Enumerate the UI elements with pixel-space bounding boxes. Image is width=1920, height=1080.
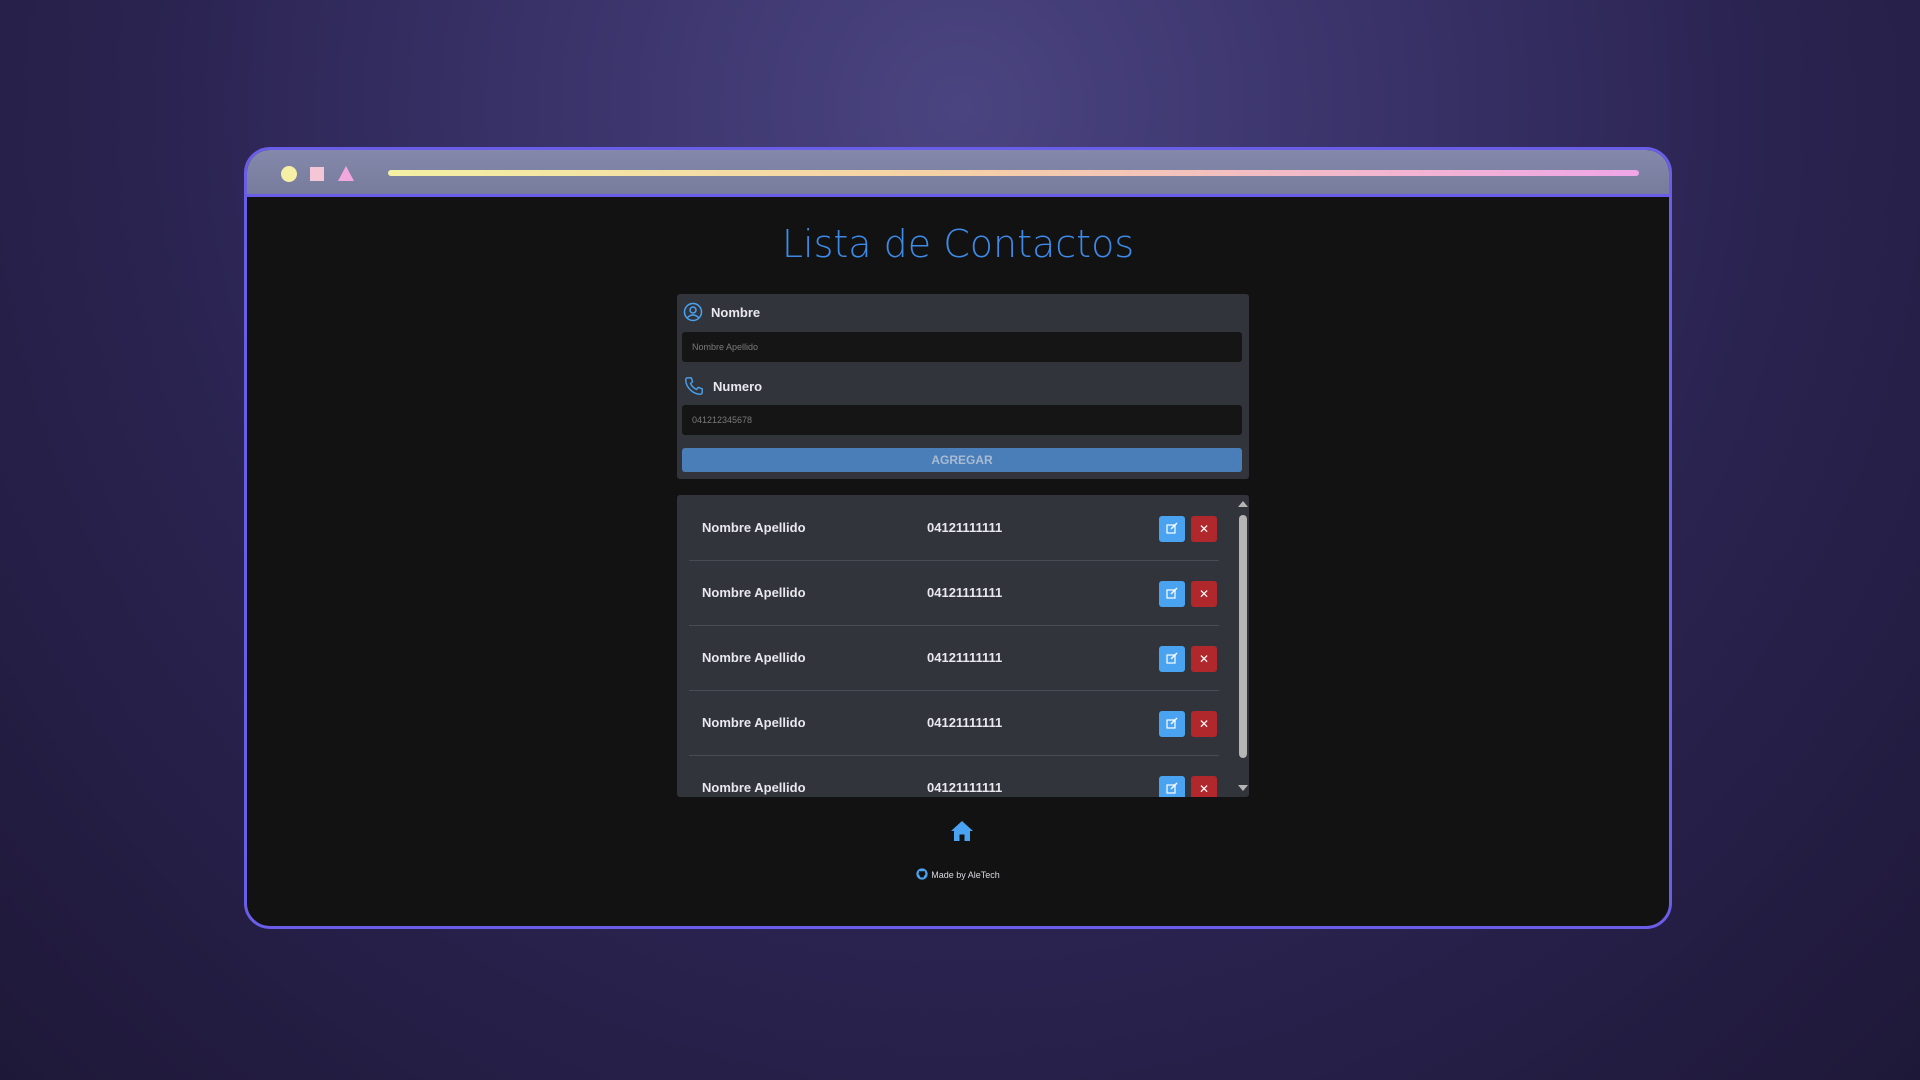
home-icon xyxy=(950,821,974,846)
edit-button[interactable] xyxy=(1159,776,1185,797)
add-button[interactable]: AGREGAR xyxy=(682,448,1242,472)
edit-icon xyxy=(1166,717,1178,732)
contact-name: Nombre Apellido xyxy=(702,585,806,600)
number-input[interactable] xyxy=(682,405,1242,435)
edit-icon xyxy=(1166,587,1178,602)
contact-row: Nombre Apellido 04121111111 ✕ xyxy=(689,755,1219,797)
contact-list[interactable]: Nombre Apellido 04121111111 ✕ Nombre Ape… xyxy=(677,495,1249,797)
number-label: Numero xyxy=(713,378,763,394)
number-label-row: Numero xyxy=(683,375,762,397)
gradient-address-bar xyxy=(388,170,1639,176)
app-window: Lista de Contactos Nombre Numero AGREGAR xyxy=(244,147,1672,929)
contact-row: Nombre Apellido 04121111111 ✕ xyxy=(689,690,1219,756)
triangle-control[interactable] xyxy=(338,166,354,181)
name-input[interactable] xyxy=(682,332,1242,362)
close-icon: ✕ xyxy=(1198,782,1210,796)
contact-row: Nombre Apellido 04121111111 ✕ xyxy=(689,625,1219,691)
contact-number: 04121111111 xyxy=(927,780,1003,795)
scroll-down-arrow-icon[interactable] xyxy=(1238,785,1248,791)
scroll-up-arrow-icon[interactable] xyxy=(1238,501,1248,507)
list-scrollbar[interactable] xyxy=(1235,495,1249,797)
edit-button[interactable] xyxy=(1159,516,1185,542)
phone-icon xyxy=(683,375,705,397)
edit-button[interactable] xyxy=(1159,711,1185,737)
circle-control[interactable] xyxy=(281,166,297,182)
delete-button[interactable]: ✕ xyxy=(1191,711,1217,737)
home-button[interactable] xyxy=(950,820,974,847)
contact-number: 04121111111 xyxy=(927,715,1003,730)
name-label-row: Nombre xyxy=(683,302,760,322)
close-icon: ✕ xyxy=(1198,652,1210,666)
window-titlebar xyxy=(247,150,1669,197)
delete-button[interactable]: ✕ xyxy=(1191,776,1217,797)
credit-text: Made by AleTech xyxy=(931,870,1000,880)
edit-icon xyxy=(1166,782,1178,797)
contact-number: 04121111111 xyxy=(927,650,1003,665)
contact-number: 04121111111 xyxy=(927,520,1003,535)
contact-name: Nombre Apellido xyxy=(702,520,806,535)
contact-name: Nombre Apellido xyxy=(702,715,806,730)
contact-row: Nombre Apellido 04121111111 ✕ xyxy=(689,495,1219,561)
contact-number: 04121111111 xyxy=(927,585,1003,600)
contact-row: Nombre Apellido 04121111111 ✕ xyxy=(689,560,1219,626)
edit-button[interactable] xyxy=(1159,646,1185,672)
name-label: Nombre xyxy=(711,304,761,320)
edit-icon xyxy=(1166,652,1178,667)
contact-name: Nombre Apellido xyxy=(702,780,806,795)
contact-name: Nombre Apellido xyxy=(702,650,806,665)
close-icon: ✕ xyxy=(1198,522,1210,536)
edit-button[interactable] xyxy=(1159,581,1185,607)
contact-form: Nombre Numero AGREGAR xyxy=(677,294,1249,479)
github-icon xyxy=(916,868,931,882)
page-title: Lista de Contactos xyxy=(781,222,1135,266)
square-control[interactable] xyxy=(310,167,324,181)
footer-credit[interactable]: Made by AleTech xyxy=(247,868,1669,882)
delete-button[interactable]: ✕ xyxy=(1191,516,1217,542)
close-icon: ✕ xyxy=(1198,717,1210,731)
edit-icon xyxy=(1166,522,1178,537)
delete-button[interactable]: ✕ xyxy=(1191,581,1217,607)
close-icon: ✕ xyxy=(1198,587,1210,601)
scroll-thumb[interactable] xyxy=(1239,515,1247,758)
user-circle-icon xyxy=(683,302,703,322)
delete-button[interactable]: ✕ xyxy=(1191,646,1217,672)
